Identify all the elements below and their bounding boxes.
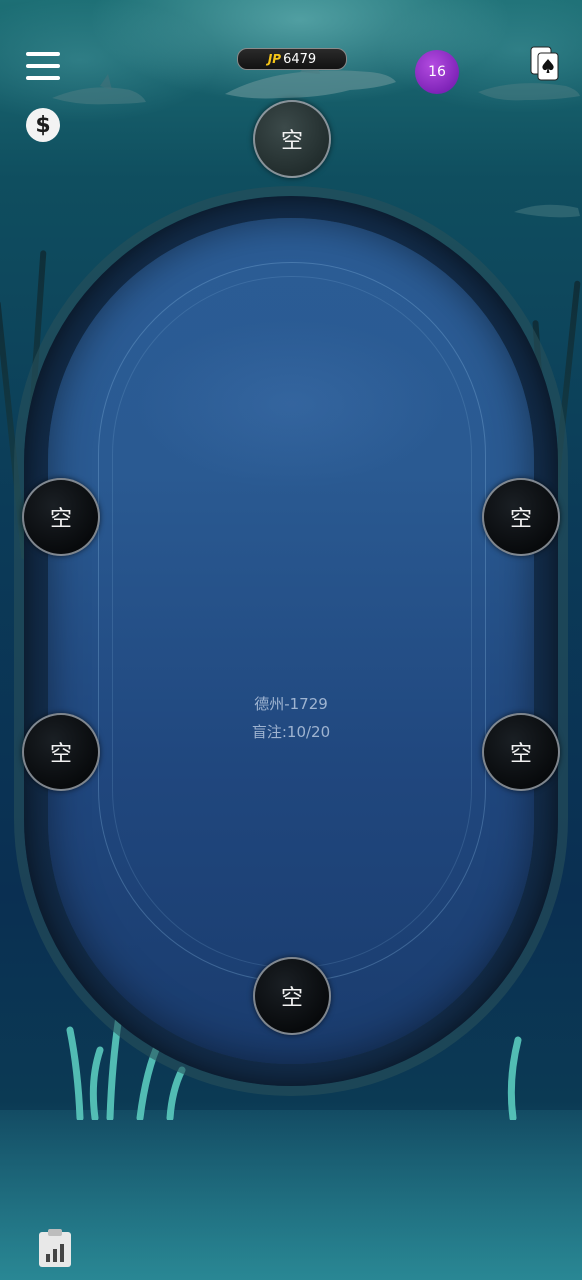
table-name: 德州-1729 <box>254 695 328 713</box>
menu-bar <box>26 52 60 56</box>
menu-icon[interactable] <box>26 52 60 80</box>
seat-left-lower[interactable]: 空 <box>22 713 100 791</box>
table-blinds: 盲注:10/20 <box>251 723 331 741</box>
shark-decor-left <box>52 74 146 105</box>
jackpot-display: JP 6479 <box>237 48 347 70</box>
seafloor <box>0 1110 582 1280</box>
coral-decor-right <box>507 1036 522 1120</box>
shark-decor-right <box>478 83 580 101</box>
dollar-icon[interactable]: $ <box>26 108 60 142</box>
shark-decor-far <box>514 204 580 218</box>
playing-card-icon[interactable] <box>530 46 560 82</box>
menu-bar <box>26 64 60 68</box>
table-line-inner <box>112 276 472 968</box>
menu-bar <box>26 76 60 80</box>
jackpot-value: 6479 <box>283 51 317 67</box>
level-badge[interactable]: 16 <box>415 50 459 94</box>
stats-clipboard-icon[interactable] <box>38 1228 72 1268</box>
seat-right-lower[interactable]: 空 <box>482 713 560 791</box>
seat-right-upper[interactable]: 空 <box>482 478 560 556</box>
table-info: 德州-1729 盲注:10/20 <box>191 690 391 746</box>
seat-top[interactable]: 空 <box>253 100 331 178</box>
seat-bottom[interactable]: 空 <box>253 957 331 1035</box>
jackpot-tag: JP <box>267 52 282 66</box>
seat-left-upper[interactable]: 空 <box>22 478 100 556</box>
